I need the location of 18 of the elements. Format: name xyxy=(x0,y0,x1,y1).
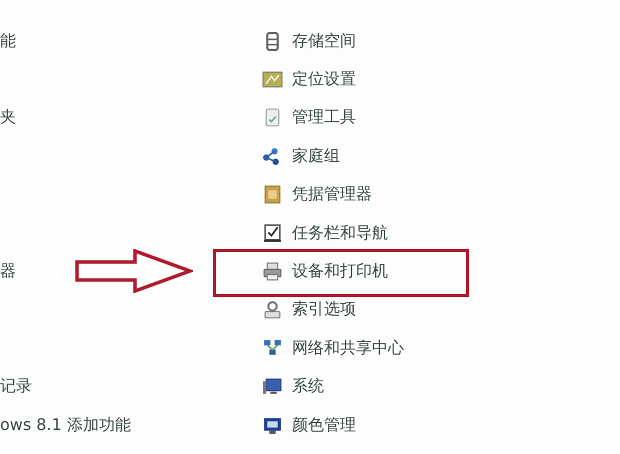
control-panel-link[interactable]: 能 xyxy=(0,30,16,50)
control-panel-link[interactable]: ows 8.1 添加功能 xyxy=(0,414,131,434)
control-panel-link[interactable]: 存储空间 xyxy=(292,30,356,52)
control-panel-link[interactable]: 凭据管理器 xyxy=(292,184,372,206)
control-panel-link[interactable]: 器 xyxy=(0,261,16,280)
control-panel-link[interactable]: 记录 xyxy=(0,376,32,396)
control-panel-link[interactable]: 颜色管理 xyxy=(292,414,356,436)
control-panel-link[interactable]: 夹 xyxy=(0,107,16,126)
control-panel-link[interactable]: 家庭组 xyxy=(292,146,340,167)
control-panel-link[interactable]: 任务栏和导航 xyxy=(292,222,388,244)
control-panel-link[interactable]: 索引选项 xyxy=(292,299,356,320)
printer-icon xyxy=(262,261,283,282)
control-panel-link[interactable]: 系统 xyxy=(292,376,324,398)
control-panel-link[interactable]: 管理工具 xyxy=(292,107,356,128)
control-panel-link[interactable]: 设备和打印机 xyxy=(292,261,388,282)
control-panel-link[interactable]: 网络和共享中心 xyxy=(292,338,404,359)
control-panel-link[interactable]: 定位设置 xyxy=(292,69,356,90)
checklist-icon xyxy=(262,222,283,244)
